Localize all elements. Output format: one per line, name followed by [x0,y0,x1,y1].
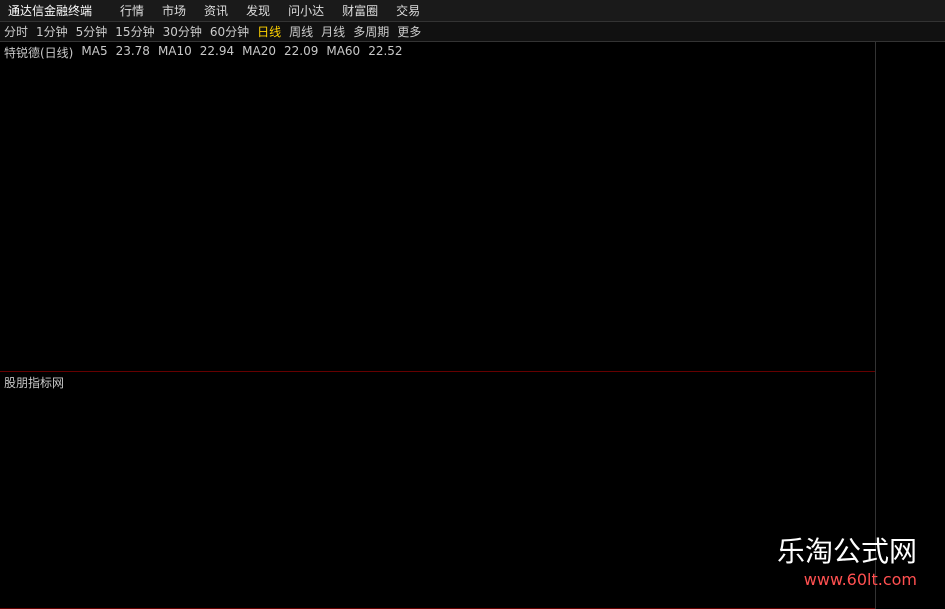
ma-value: MA60 [326,44,361,58]
tool-item[interactable]: 分时 [4,23,28,40]
menu-item[interactable]: 问小达 [288,2,324,19]
menu-item[interactable]: 财富圈 [342,2,378,19]
menu-item[interactable]: 市场 [162,2,186,19]
tool-item[interactable]: 15分钟 [115,23,154,40]
ma-value: MA5 [81,44,108,58]
tool-item[interactable]: 1分钟 [36,23,68,40]
menu-item[interactable]: 行情 [120,2,144,19]
price-panel: 特锐德(日线) MA5 23.78 MA10 22.94 MA20 22.09 … [0,42,875,372]
ma-value: 22.09 [283,44,319,58]
ma-value: 22.52 [368,44,403,58]
watermark-text: 乐淘公式网 [776,535,917,568]
indicator-name: 股朋指标网 [4,376,65,390]
tool-item[interactable]: 月线 [321,23,345,40]
tool-item[interactable]: 30分钟 [163,23,202,40]
brand: 通达信金融终端 [8,4,93,18]
tool-item-active[interactable]: 日线 [257,23,281,40]
ma-value: MA20 [242,44,276,58]
ma-value: 22.94 [199,44,235,58]
menu-item[interactable]: 发现 [246,2,270,19]
indicator-panel: 股朋指标网 [0,372,875,609]
menu-item[interactable]: 交易 [396,2,420,19]
chart-area: 特锐德(日线) MA5 23.78 MA10 22.94 MA20 22.09 … [0,42,918,609]
tool-item[interactable]: 更多 [397,23,421,40]
tool-item[interactable]: 周线 [289,23,313,40]
ma-value: 23.78 [115,44,150,58]
stock-name: 特锐德(日线) [4,46,74,60]
menu-item[interactable]: 资讯 [204,2,228,19]
tool-item[interactable]: 5分钟 [76,23,108,40]
main-menu: 行情 市场 资讯 发现 问小达 财富圈 交易 [120,2,420,19]
top-bar: 通达信金融终端 行情 市场 资讯 发现 问小达 财富圈 交易 [0,0,945,22]
ma-legend: 特锐德(日线) MA5 23.78 MA10 22.94 MA20 22.09 … [4,44,403,61]
ma-value: MA10 [157,44,192,58]
indicator-legend: 股朋指标网 [4,374,64,391]
watermark-url: www.60lt.com [803,570,917,589]
watermark: 乐淘公式网 www.60lt.com [777,530,917,589]
price-scale [875,42,918,609]
tool-item[interactable]: 60分钟 [210,23,249,40]
tool-item[interactable]: 多周期 [353,23,389,40]
period-toolbar: 分时 1分钟 5分钟 15分钟 30分钟 60分钟 日线 周线 月线 多周期 更… [0,22,945,42]
